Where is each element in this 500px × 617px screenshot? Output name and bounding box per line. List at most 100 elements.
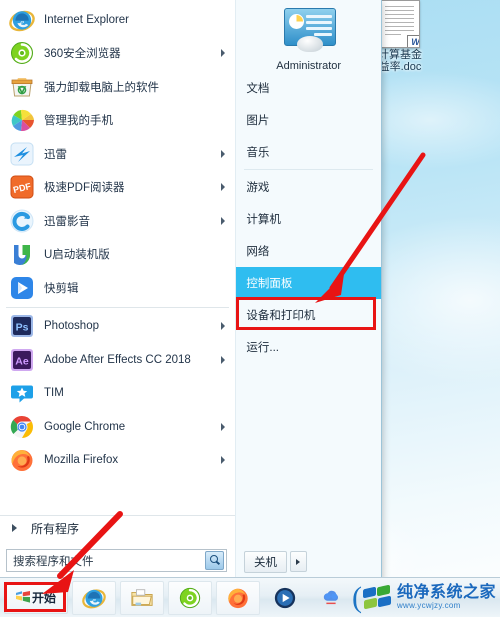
submenu-arrow-icon xyxy=(221,183,226,192)
logo-blocks-icon xyxy=(362,584,393,610)
annotation-box-control-panel xyxy=(236,297,376,330)
taskbar-button-windows-explorer[interactable] xyxy=(120,580,164,615)
svg-text:Ps: Ps xyxy=(16,322,29,334)
chrome-icon xyxy=(9,414,35,440)
watermark-title: 纯净系统之家 xyxy=(396,583,496,601)
place-item-6[interactable]: 网络 xyxy=(236,235,381,267)
pdf-reader-icon: PDF xyxy=(9,174,35,200)
search-input[interactable]: 搜索程序和文件 xyxy=(6,549,228,572)
program-item-6[interactable]: PDF 极速PDF阅读器 xyxy=(0,171,235,205)
place-item-9[interactable]: 运行... xyxy=(236,331,381,363)
program-item-label: Adobe After Effects CC 2018 xyxy=(44,353,191,366)
all-programs-button[interactable]: 所有程序 xyxy=(0,515,236,540)
program-item-10[interactable]: Ps Photoshop xyxy=(0,310,235,344)
360-browser-icon xyxy=(9,40,35,66)
taskbar-button-internet-explorer[interactable]: e xyxy=(72,580,116,615)
program-item-label: Internet Explorer xyxy=(44,13,130,26)
program-item-label: 极速PDF阅读器 xyxy=(44,182,125,195)
program-item-3[interactable]: 强力卸载电脑上的软件 xyxy=(0,70,235,104)
submenu-arrow-icon xyxy=(221,355,226,364)
submenu-arrow-icon xyxy=(221,322,226,331)
program-item-label: 迅雷影音 xyxy=(44,215,90,228)
uninstall-tool-icon xyxy=(9,74,35,100)
taskbar: 开始 e ( 纯净系统之家 www.ycwjzy.com xyxy=(0,577,500,617)
places-separator xyxy=(244,169,373,170)
phone-manager-icon xyxy=(9,107,35,133)
kuaijianji-icon xyxy=(9,275,35,301)
place-item-label: 计算机 xyxy=(246,214,281,226)
program-item-7[interactable]: 迅雷影音 xyxy=(0,204,235,238)
program-item-9[interactable]: 快剪辑 xyxy=(0,271,235,305)
svg-text:e: e xyxy=(92,596,96,605)
watermark-url: www.ycwjzy.com xyxy=(396,600,461,610)
place-item-label: 运行... xyxy=(246,342,279,354)
word-badge-icon: W xyxy=(407,35,419,47)
program-item-12[interactable]: TIM xyxy=(0,377,235,411)
place-item-label: 音乐 xyxy=(246,147,270,159)
thunder-player-icon xyxy=(9,208,35,234)
place-item-1[interactable]: 文档 xyxy=(236,72,381,104)
start-menu-left-pane: e Internet Explorer 360安全浏览器强力卸载电脑上的软件管理我的… xyxy=(0,0,236,578)
taskbar-buttons: e xyxy=(68,580,352,615)
program-item-label: 快剪辑 xyxy=(44,282,79,295)
program-item-label: TIM xyxy=(44,387,64,400)
program-item-8[interactable]: U启动装机版 xyxy=(0,238,235,272)
taskbar-button-baidu-netdisk[interactable] xyxy=(310,582,352,614)
program-item-label: 360安全浏览器 xyxy=(44,48,121,61)
program-item-label: Google Chrome xyxy=(44,420,126,433)
media-player-icon xyxy=(273,586,297,610)
folder-icon xyxy=(130,586,154,610)
program-item-13[interactable]: Google Chrome xyxy=(0,410,235,444)
shutdown-control[interactable]: 关机 xyxy=(244,550,307,573)
all-programs-label: 所有程序 xyxy=(31,521,80,536)
internet-explorer-icon: e xyxy=(82,586,106,610)
place-item-7[interactable]: 控制面板 xyxy=(236,267,381,299)
360-browser-icon xyxy=(178,586,202,610)
place-item-label: 游戏 xyxy=(246,182,270,194)
program-item-label: U启动装机版 xyxy=(44,249,110,262)
program-item-5[interactable]: 迅雷 xyxy=(0,137,235,171)
tim-icon xyxy=(9,380,35,406)
submenu-arrow-icon xyxy=(221,456,226,465)
place-item-4[interactable]: 游戏 xyxy=(236,171,381,203)
place-item-label: 网络 xyxy=(246,246,270,258)
program-list-separator xyxy=(6,306,230,308)
program-item-label: 管理我的手机 xyxy=(44,115,113,128)
taskbar-button-media-player[interactable] xyxy=(264,582,306,614)
place-item-2[interactable]: 图片 xyxy=(236,104,381,136)
chevron-right-icon xyxy=(12,524,17,532)
program-item-2[interactable]: 360安全浏览器 xyxy=(0,37,235,71)
start-menu-panel: e Internet Explorer 360安全浏览器强力卸载电脑上的软件管理我的… xyxy=(0,0,382,579)
submenu-arrow-icon xyxy=(221,49,226,58)
program-item-label: Mozilla Firefox xyxy=(44,454,119,467)
program-item-label: Photoshop xyxy=(44,320,99,333)
place-item-label: 图片 xyxy=(246,115,270,127)
place-item-label: 文档 xyxy=(246,83,270,95)
program-item-label: 迅雷 xyxy=(44,148,67,161)
annotation-box-start-button xyxy=(4,582,66,612)
program-item-14[interactable]: Mozilla Firefox xyxy=(0,444,235,478)
search-icon[interactable] xyxy=(205,551,225,570)
program-item-1[interactable]: e Internet Explorer xyxy=(0,3,235,37)
word-document-icon: W xyxy=(380,0,420,48)
internet-explorer-icon: e xyxy=(9,7,35,33)
firefox-icon xyxy=(226,586,250,610)
svg-text:Ae: Ae xyxy=(15,355,29,367)
shutdown-options-chevron-icon[interactable] xyxy=(290,551,307,572)
taskbar-button-firefox[interactable] xyxy=(216,580,260,615)
place-item-5[interactable]: 计算机 xyxy=(236,203,381,235)
taskbar-button-360-browser[interactable] xyxy=(168,580,212,615)
photoshop-icon: Ps xyxy=(9,313,35,339)
submenu-arrow-icon xyxy=(221,422,226,431)
avatar[interactable] xyxy=(280,6,338,58)
user-name: Administrator xyxy=(276,60,342,72)
program-list: e Internet Explorer 360安全浏览器强力卸载电脑上的软件管理我的… xyxy=(0,3,235,508)
submenu-arrow-icon xyxy=(221,216,226,225)
place-item-3[interactable]: 音乐 xyxy=(236,136,381,168)
shutdown-button[interactable]: 关机 xyxy=(244,550,287,573)
program-item-11[interactable]: Ae Adobe After Effects CC 2018 xyxy=(0,343,235,377)
uqidong-icon xyxy=(9,241,35,267)
program-item-4[interactable]: 管理我的手机 xyxy=(0,104,235,138)
submenu-arrow-icon xyxy=(221,149,226,158)
thunder-icon xyxy=(9,141,35,167)
